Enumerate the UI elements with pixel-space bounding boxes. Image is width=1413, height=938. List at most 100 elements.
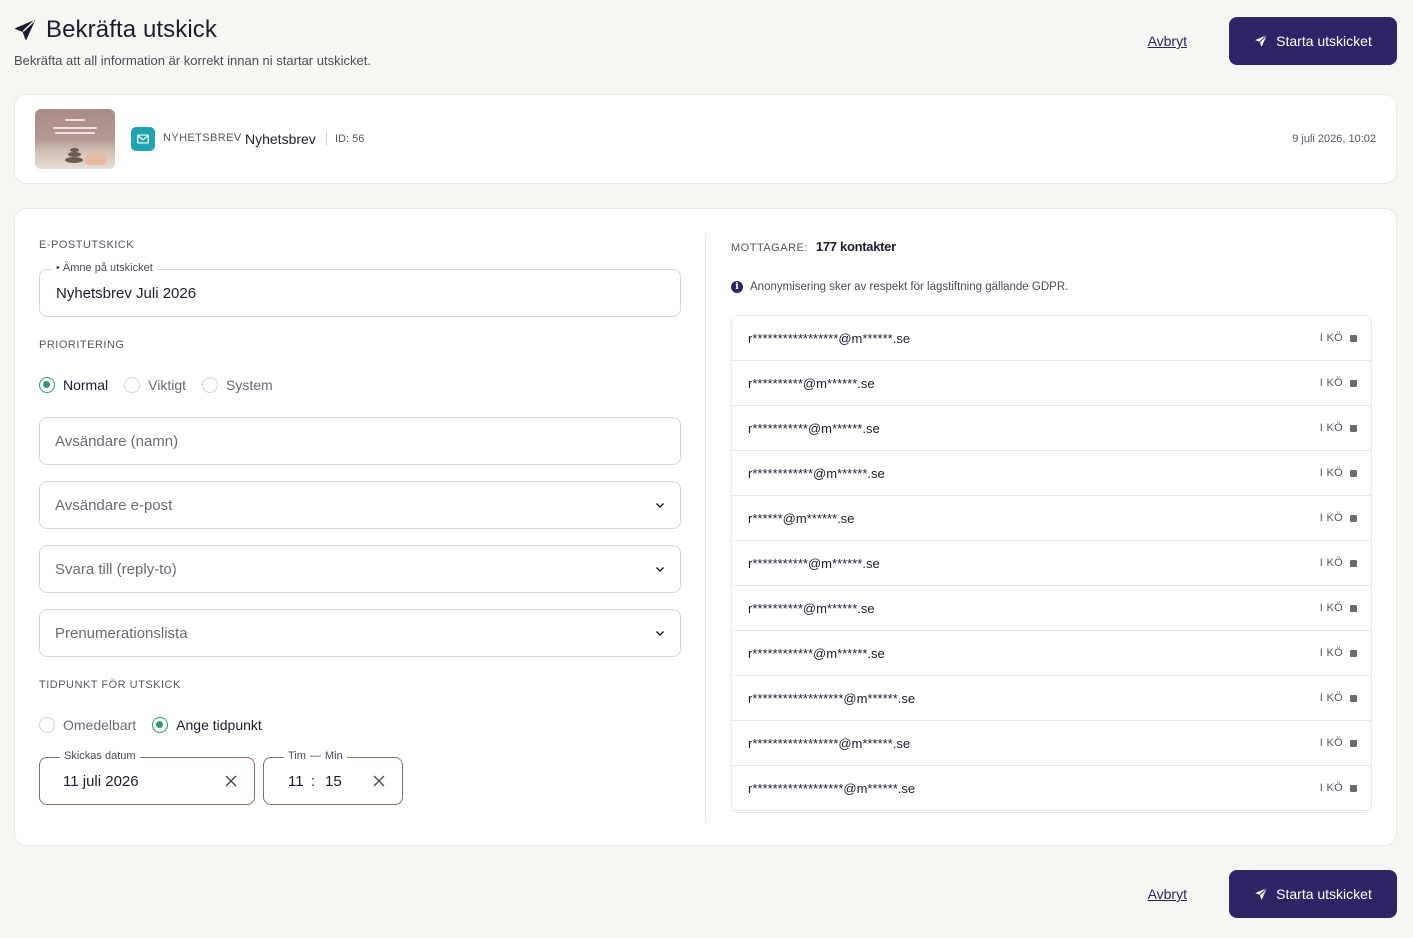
send-time-legend: Tim — Min (284, 750, 347, 762)
minute-value[interactable]: 15 (325, 773, 342, 790)
recipient-status: I KÖ (1319, 557, 1343, 569)
section-label-schedule: TIDPUNKT FÖR UTSKICK (39, 679, 181, 691)
recipient-status: I KÖ (1319, 332, 1343, 344)
newsletter-thumbnail (35, 109, 115, 169)
subject-field[interactable]: • Ämne på utskicket Nyhetsbrev Juli 2026 (39, 262, 681, 317)
subject-legend: • Ämne på utskicket (52, 262, 157, 274)
send-date-legend: Skickas datum (60, 750, 140, 762)
gdpr-note: i Anonymisering sker av respekt för lags… (731, 281, 1068, 293)
footer-actions: Avbryt Starta utskicket (1148, 870, 1397, 918)
queue-status-icon (1350, 785, 1357, 792)
queue-status-icon (1350, 560, 1357, 567)
newsletter-name: Nyhetsbrev (245, 131, 316, 147)
mail-icon (131, 127, 155, 151)
queue-status-icon (1350, 515, 1357, 522)
recipient-status: I KÖ (1319, 737, 1343, 749)
sender-name-field[interactable]: Avsändare (namn) (39, 417, 681, 465)
recipient-status: I KÖ (1319, 467, 1343, 479)
start-send-label: Starta utskicket (1276, 33, 1372, 49)
section-label-priority: PRIORITERING (39, 339, 125, 351)
page-header: Bekräfta utskick Bekräfta att all inform… (14, 16, 1397, 76)
queue-status-icon (1350, 650, 1357, 657)
info-icon: i (731, 281, 743, 293)
newsletter-date: 9 juli 2026, 10:02 (1292, 133, 1376, 145)
send-date-value: 11 juli 2026 (63, 773, 139, 790)
start-send-button[interactable]: Starta utskicket (1229, 17, 1397, 65)
queue-status-icon (1350, 695, 1357, 702)
time-separator: : (311, 773, 316, 790)
subscription-list-placeholder: Prenumerationslista (55, 625, 188, 642)
send-icon (1255, 34, 1268, 47)
header-actions: Avbryt Starta utskicket (1148, 17, 1397, 65)
start-send-label: Starta utskicket (1276, 886, 1372, 902)
start-send-button[interactable]: Starta utskicket (1229, 870, 1397, 918)
recipient-email: r************@m******.se (748, 466, 885, 481)
hour-value[interactable]: 11 (288, 773, 304, 790)
newsletter-type: NYHETSBREV (163, 132, 242, 144)
recipient-row: r******************@m******.se I KÖ (732, 766, 1371, 811)
divider (326, 131, 327, 146)
subscription-list-select[interactable]: Prenumerationslista (39, 609, 681, 657)
send-date-field[interactable]: Skickas datum 11 juli 2026 (39, 750, 255, 805)
recipient-email: r*****************@m******.se (748, 736, 911, 751)
cancel-button[interactable]: Avbryt (1148, 886, 1187, 902)
queue-status-icon (1350, 380, 1357, 387)
sender-email-placeholder: Avsändare e-post (55, 497, 173, 514)
priority-important-radio[interactable]: Viktigt (124, 377, 186, 393)
recipient-row: r******************@m******.se I KÖ (732, 676, 1371, 721)
recipient-email: r******************@m******.se (748, 781, 916, 796)
clear-time-icon[interactable] (372, 774, 386, 788)
recipients-label: MOTTAGARE: (731, 242, 808, 254)
recipient-row: r**********@m******.se I KÖ (732, 361, 1371, 406)
recipient-email: r************@m******.se (748, 646, 885, 661)
recipient-row: r************@m******.se I KÖ (732, 631, 1371, 676)
sender-name-placeholder: Avsändare (namn) (55, 433, 179, 450)
recipient-row: r***********@m******.se I KÖ (732, 406, 1371, 451)
send-time-field[interactable]: Tim — Min 11 : 15 (263, 750, 403, 805)
recipient-email: r***********@m******.se (748, 421, 880, 436)
section-label-email: E-POSTUTSKICK (39, 239, 135, 251)
recipient-row: r************@m******.se I KÖ (732, 451, 1371, 496)
schedule-immediate-radio[interactable]: Omedelbart (39, 717, 136, 733)
recipient-list[interactable]: r*****************@m******.se I KÖ r******… (731, 315, 1372, 813)
reply-to-placeholder: Svara till (reply-to) (55, 561, 177, 578)
recipient-status: I KÖ (1319, 512, 1343, 524)
chevron-down-icon (656, 567, 664, 572)
recipient-email: r**********@m******.se (748, 376, 875, 391)
subject-value: Nyhetsbrev Juli 2026 (56, 285, 197, 302)
recipient-status: I KÖ (1319, 782, 1343, 794)
recipient-email: r******@m******.se (748, 511, 855, 526)
recipient-status: I KÖ (1319, 602, 1343, 614)
schedule-custom-radio[interactable]: Ange tidpunkt (152, 717, 262, 733)
recipient-status: I KÖ (1319, 692, 1343, 704)
recipient-row: r*****************@m******.se I KÖ (732, 316, 1371, 361)
recipient-status: I KÖ (1319, 422, 1343, 434)
queue-status-icon (1350, 605, 1357, 612)
cancel-button[interactable]: Avbryt (1148, 33, 1187, 49)
chevron-down-icon (656, 631, 664, 636)
priority-system-radio[interactable]: System (202, 377, 273, 393)
queue-status-icon (1350, 335, 1357, 342)
reply-to-select[interactable]: Svara till (reply-to) (39, 545, 681, 593)
recipient-row: r*****************@m******.se I KÖ (732, 721, 1371, 766)
send-icon (1255, 887, 1268, 900)
send-settings-card: E-POSTUTSKICK • Ämne på utskicket Nyhets… (14, 208, 1397, 846)
recipient-row: r******@m******.se I KÖ (732, 496, 1371, 541)
schedule-radio-group: Omedelbart Ange tidpunkt (39, 717, 278, 733)
recipient-email: r**********@m******.se (748, 601, 875, 616)
recipient-row: r**********@m******.se I KÖ (732, 586, 1371, 631)
newsletter-card: NYHETSBREV Nyhetsbrev ID: 56 9 juli 2026… (14, 94, 1397, 184)
send-icon (15, 20, 35, 40)
page-title: Bekräfta utskick (46, 16, 217, 43)
recipient-status: I KÖ (1319, 647, 1343, 659)
recipients-count: 177 kontakter (815, 239, 896, 254)
clear-date-icon[interactable] (224, 774, 238, 788)
column-divider (705, 233, 706, 823)
recipient-row: r***********@m******.se I KÖ (732, 541, 1371, 586)
queue-status-icon (1350, 425, 1357, 432)
recipient-email: r***********@m******.se (748, 556, 880, 571)
recipient-email: r*****************@m******.se (748, 331, 911, 346)
recipient-status: I KÖ (1319, 377, 1343, 389)
priority-normal-radio[interactable]: Normal (39, 377, 108, 393)
sender-email-select[interactable]: Avsändare e-post (39, 481, 681, 529)
